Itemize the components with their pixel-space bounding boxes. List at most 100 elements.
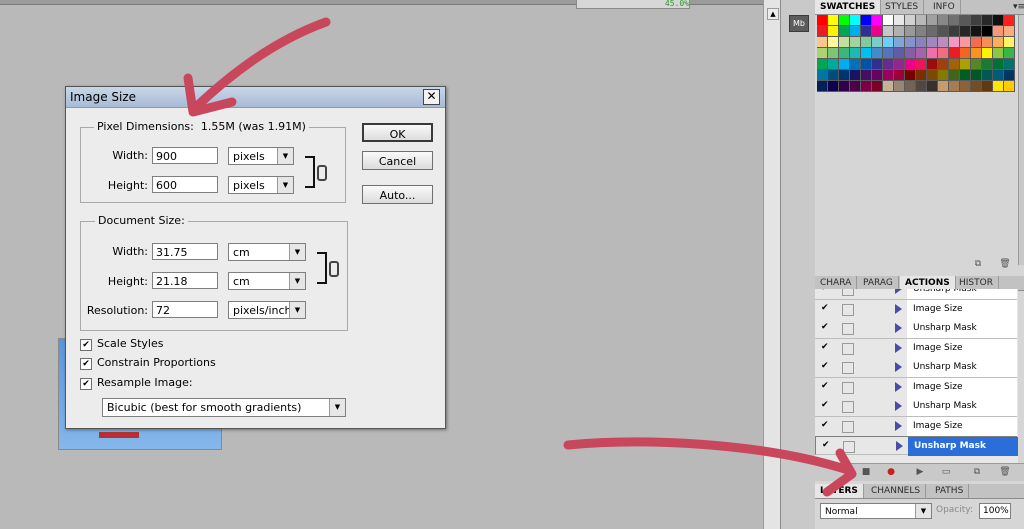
- swatch-cell[interactable]: [971, 59, 982, 70]
- swatch-cell[interactable]: [993, 81, 1004, 92]
- swatch-cell[interactable]: [850, 15, 861, 26]
- swatch-cell[interactable]: [1004, 59, 1015, 70]
- swatch-cell[interactable]: [927, 37, 938, 48]
- swatch-cell[interactable]: [894, 48, 905, 59]
- swatch-cell[interactable]: [894, 70, 905, 81]
- swatch-cell[interactable]: [883, 37, 894, 48]
- swatch-cell[interactable]: [1004, 37, 1015, 48]
- action-row[interactable]: ✔ Unsharp Mask: [815, 319, 1017, 339]
- swatch-cell[interactable]: [894, 37, 905, 48]
- scale-styles-checkbox[interactable]: ✔: [80, 339, 92, 351]
- swatches-scrollbar[interactable]: [1018, 15, 1024, 265]
- action-enabled-check-icon[interactable]: ✔: [821, 323, 830, 332]
- swatch-cell[interactable]: [938, 70, 949, 81]
- swatch-cell[interactable]: [850, 48, 861, 59]
- swatch-cell[interactable]: [839, 81, 850, 92]
- swatch-cell[interactable]: [861, 70, 872, 81]
- resample-method-select[interactable]: Bicubic (best for smooth gradients) ▼: [102, 398, 346, 417]
- swatch-cell[interactable]: [894, 81, 905, 92]
- tab-actions[interactable]: ACTIONS: [900, 276, 956, 290]
- swatch-cell[interactable]: [916, 15, 927, 26]
- swatch-cell[interactable]: [828, 15, 839, 26]
- swatch-cell[interactable]: [817, 59, 828, 70]
- new-set-icon[interactable]: ▭: [939, 466, 953, 478]
- swatch-cell[interactable]: [817, 70, 828, 81]
- expand-triangle-icon[interactable]: [895, 381, 902, 392]
- swatch-cell[interactable]: [905, 15, 916, 26]
- tab-info[interactable]: INFO: [928, 0, 961, 14]
- auto-button[interactable]: Auto...: [362, 185, 433, 204]
- swatch-cell[interactable]: [927, 48, 938, 59]
- swatch-cell[interactable]: [916, 70, 927, 81]
- action-row[interactable]: ✔ Unsharp Mask: [815, 436, 1018, 456]
- swatch-cell[interactable]: [883, 15, 894, 26]
- swatch-cell[interactable]: [982, 70, 993, 81]
- doc-height-input[interactable]: 21.18: [152, 272, 218, 289]
- doc-width-input[interactable]: 31.75: [152, 243, 218, 260]
- expand-triangle-icon[interactable]: [895, 323, 902, 333]
- swatch-cell[interactable]: [850, 37, 861, 48]
- swatch-cell[interactable]: [872, 81, 883, 92]
- new-swatch-icon[interactable]: ⧉: [971, 258, 985, 270]
- action-dialog-toggle[interactable]: [842, 420, 854, 433]
- mini-bridge-button[interactable]: Mb: [789, 15, 809, 32]
- swatch-cell[interactable]: [872, 37, 883, 48]
- swatch-cell[interactable]: [828, 48, 839, 59]
- action-dialog-toggle[interactable]: [842, 323, 854, 335]
- swatch-cell[interactable]: [949, 26, 960, 37]
- swatch-cell[interactable]: [850, 59, 861, 70]
- action-row[interactable]: ✔ Image Size: [815, 416, 1017, 437]
- swatch-cell[interactable]: [839, 37, 850, 48]
- swatch-cell[interactable]: [872, 59, 883, 70]
- delete-action-icon[interactable]: 🗑: [998, 466, 1012, 478]
- swatch-cell[interactable]: [1004, 81, 1015, 92]
- action-dialog-toggle[interactable]: [842, 381, 854, 394]
- swatch-cell[interactable]: [993, 59, 1004, 70]
- swatch-cell[interactable]: [960, 37, 971, 48]
- swatch-cell[interactable]: [971, 48, 982, 59]
- swatch-cell[interactable]: [949, 15, 960, 26]
- action-dialog-toggle[interactable]: [842, 289, 854, 296]
- pixel-height-unit-select[interactable]: pixels ▼: [228, 176, 294, 194]
- action-enabled-check-icon[interactable]: ✔: [821, 381, 830, 391]
- action-row[interactable]: ✔ Unsharp Mask: [815, 289, 1017, 300]
- action-row[interactable]: ✔ Unsharp Mask: [815, 358, 1017, 378]
- swatch-cell[interactable]: [916, 59, 927, 70]
- swatch-cell[interactable]: [839, 59, 850, 70]
- swatch-cell[interactable]: [850, 26, 861, 37]
- swatch-cell[interactable]: [850, 81, 861, 92]
- ok-button[interactable]: OK: [362, 123, 433, 142]
- tab-swatches[interactable]: SWATCHES: [815, 0, 882, 14]
- swatch-cell[interactable]: [828, 70, 839, 81]
- pixel-width-input[interactable]: 900: [152, 147, 218, 164]
- swatch-cell[interactable]: [971, 37, 982, 48]
- swatch-cell[interactable]: [993, 15, 1004, 26]
- swatch-cell[interactable]: [949, 81, 960, 92]
- action-enabled-check-icon[interactable]: ✔: [822, 441, 831, 450]
- action-dialog-toggle[interactable]: [842, 362, 854, 374]
- swatch-cell[interactable]: [960, 70, 971, 81]
- swatch-cell[interactable]: [1004, 48, 1015, 59]
- action-row[interactable]: ✔ Image Size: [815, 338, 1017, 359]
- swatch-cell[interactable]: [993, 48, 1004, 59]
- swatch-cell[interactable]: [971, 26, 982, 37]
- swatch-cell[interactable]: [960, 48, 971, 59]
- doc-width-unit-select[interactable]: cm ▼: [228, 243, 306, 261]
- new-action-icon[interactable]: ⧉: [970, 466, 984, 478]
- play-icon[interactable]: ▶: [913, 466, 927, 478]
- close-button[interactable]: ✕: [423, 89, 440, 105]
- swatch-cell[interactable]: [828, 59, 839, 70]
- swatch-cell[interactable]: [971, 15, 982, 26]
- resolution-unit-select[interactable]: pixels/inch ▼: [228, 301, 306, 319]
- panel-menu-icon[interactable]: ▾≡: [1008, 0, 1024, 14]
- swatch-cell[interactable]: [883, 48, 894, 59]
- swatch-cell[interactable]: [916, 48, 927, 59]
- swatch-cell[interactable]: [905, 59, 916, 70]
- action-dialog-toggle[interactable]: [843, 441, 855, 453]
- swatch-cell[interactable]: [839, 70, 850, 81]
- swatch-cell[interactable]: [916, 37, 927, 48]
- swatch-cell[interactable]: [982, 26, 993, 37]
- swatch-cell[interactable]: [949, 48, 960, 59]
- swatch-cell[interactable]: [938, 81, 949, 92]
- swatch-cell[interactable]: [982, 48, 993, 59]
